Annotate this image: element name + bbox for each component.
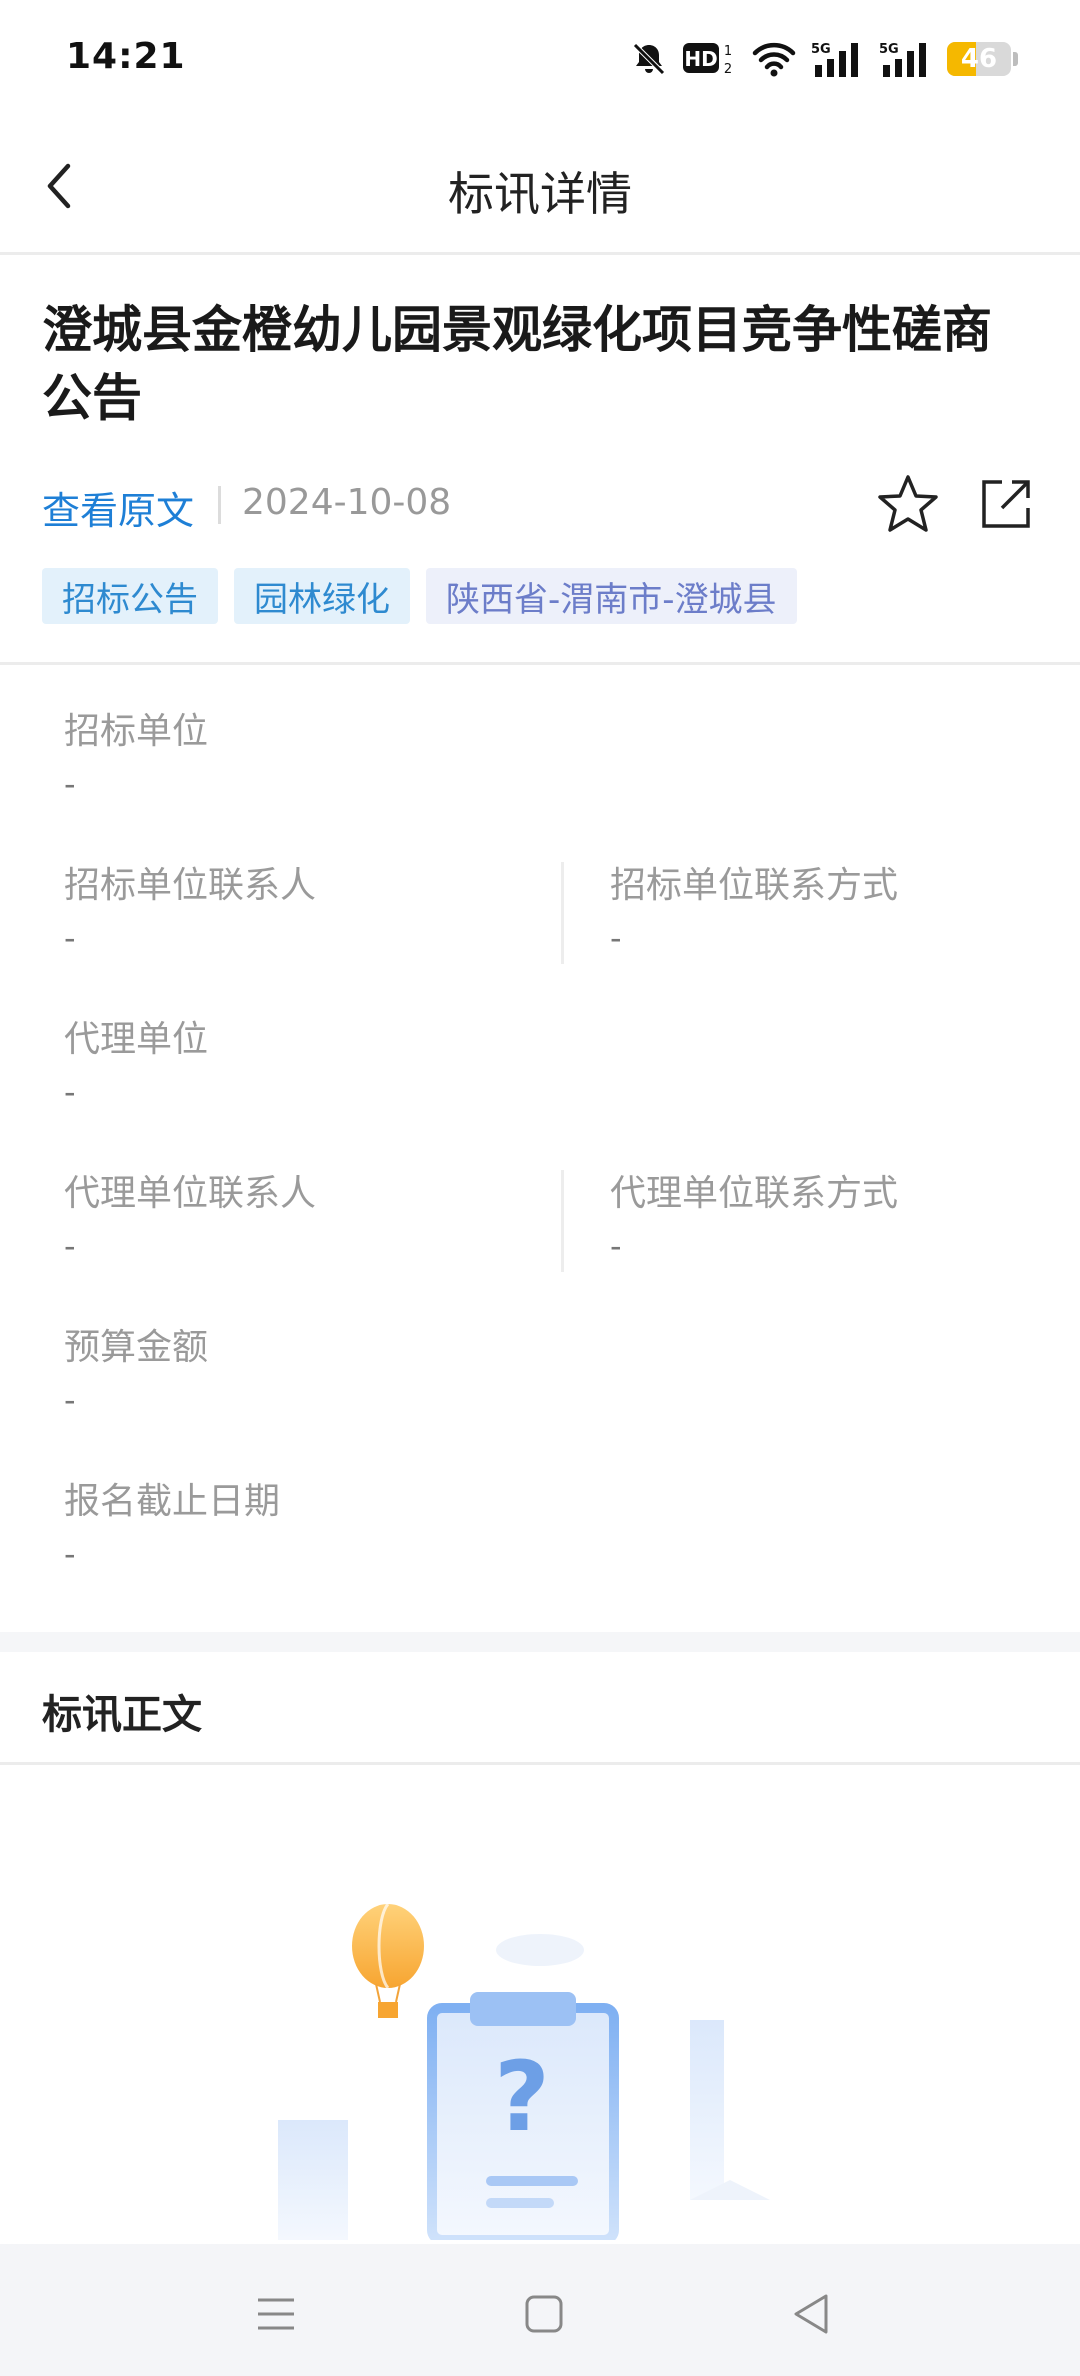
info-value: - [64,1535,76,1573]
info-label: 代理单位联系人 [64,1173,317,1214]
info-label: 代理单位联系方式 [610,1173,899,1214]
menu-button[interactable] [246,2284,306,2344]
view-original-link[interactable]: 查看原文 [42,480,194,535]
info-label: 招标单位联系方式 [610,865,899,906]
meta-row: 查看原文 2024-10-08 [42,472,1042,536]
system-back-button[interactable] [780,2284,840,2344]
star-icon [878,475,938,532]
body-section-title: 标讯正文 [42,1692,202,1738]
info-label: 报名截止日期 [64,1481,281,1522]
svg-text:2: 2 [724,62,732,77]
menu-icon [258,2298,294,2330]
page-title: 标讯详情 [448,167,632,221]
balloon-icon [352,1903,424,2018]
signal-5g-icon: 5G [811,42,858,77]
favorite-button[interactable] [876,472,940,536]
info-agent-contact: 代理单位联系人 - [64,1172,316,1266]
info-value: - [64,1073,76,1111]
share-icon [982,480,1030,528]
status-icons: HD 1 2 5G 5G 46 [629,36,1018,82]
info-value: - [64,1381,76,1419]
status-time: 14:21 [66,36,186,77]
square-icon [525,2295,563,2333]
info-budget: 预算金额 - [64,1326,208,1420]
info-value: - [610,919,622,957]
home-button[interactable] [514,2284,574,2344]
section-gap [0,1632,1080,1652]
svg-text:5G: 5G [811,42,831,57]
column-divider [561,862,564,964]
info-tender-contact-method: 招标单位联系方式 - [610,864,898,958]
info-deadline: 报名截止日期 - [64,1480,280,1574]
info-value: - [64,765,76,803]
info-label: 代理单位 [64,1019,209,1060]
tag-row: 招标公告 园林绿化 陕西省-渭南市-澄城县 [42,568,797,624]
nav-bar: 标讯详情 [0,120,1080,255]
battery-tip [1013,52,1018,66]
wifi-icon [752,42,796,77]
battery-percent: 46 [960,44,998,74]
tag-region[interactable]: 陕西省-渭南市-澄城县 [426,568,797,624]
svg-text:5G: 5G [879,42,899,57]
body-divider [0,1762,1080,1765]
info-label: 预算金额 [64,1327,209,1368]
column-divider [561,1170,564,1272]
hd-icon: HD 1 2 [683,43,732,77]
triangle-back-icon [794,2294,828,2334]
mute-bell-icon [633,43,665,75]
info-label: 招标单位联系人 [64,865,317,906]
info-agent-contact-method: 代理单位联系方式 - [610,1172,898,1266]
info-value: - [610,1227,622,1265]
signal-5g-icon: 5G [879,42,926,77]
clipboard-icon: ? [427,1992,619,2240]
battery-icon: 46 [947,42,1011,76]
system-nav-bar [0,2244,1080,2376]
page: 14:21 HD 1 2 5G 5G 46 标讯详情 澄城县金橙幼儿园景观绿化项… [0,0,1080,2376]
tag-industry[interactable]: 园林绿化 [234,568,410,624]
info-label: 招标单位 [64,711,209,752]
status-bar: 14:21 HD 1 2 5G 5G 46 [0,0,1080,120]
info-tender-contact: 招标单位联系人 - [64,864,316,958]
info-value: - [64,1227,76,1265]
svg-text:1: 1 [724,44,732,59]
info-tender-unit: 招标单位 - [64,710,208,804]
empty-state-illustration: ? [278,1903,770,2240]
tag-category[interactable]: 招标公告 [42,568,218,624]
svg-text:HD: HD [684,47,717,71]
section-divider [0,662,1080,665]
svg-text:?: ? [494,2041,550,2153]
info-agent-unit: 代理单位 - [64,1018,208,1112]
share-button[interactable] [974,472,1038,536]
publish-date: 2024-10-08 [242,482,452,523]
notice-title: 澄城县金橙幼儿园景观绿化项目竞争性磋商公告 [42,301,992,427]
meta-divider [218,486,221,524]
info-value: - [64,919,76,957]
